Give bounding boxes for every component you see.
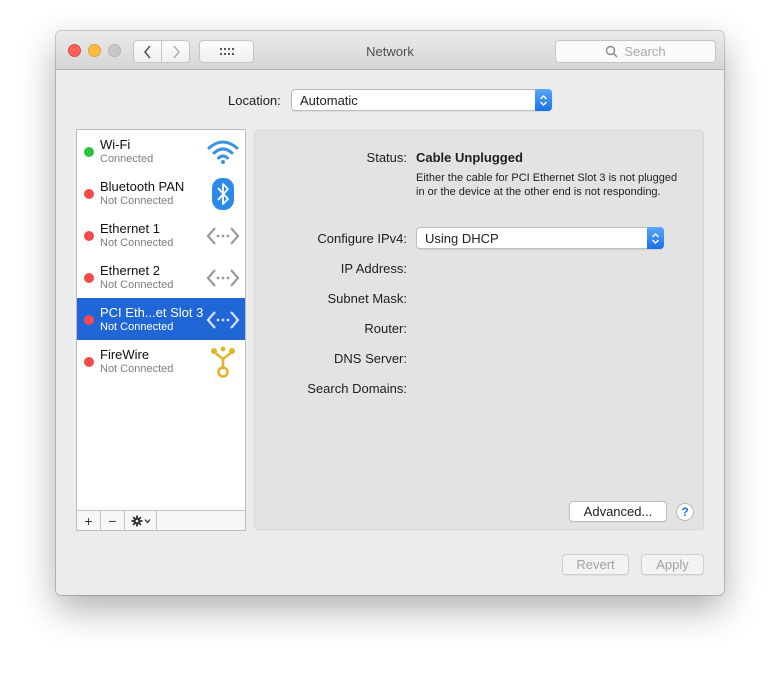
dns-server-label: DNS Server: [334,351,407,366]
title-bar: Network Search [56,31,724,70]
status-dot [84,315,94,325]
service-status: Connected [100,153,154,165]
service-status: Not Connected [100,279,174,291]
status-dot [84,231,94,241]
router-label: Router: [364,321,407,336]
location-label: Location: [228,93,281,108]
configure-ipv4-value: Using DHCP [425,230,499,246]
service-status: Not Connected [100,195,174,207]
service-item-pci-ethernet-slot-3[interactable]: PCI Eth...et Slot 3 Not Connected [77,298,245,340]
location-value: Automatic [300,92,358,108]
service-item-ethernet-2[interactable]: Ethernet 2 Not Connected [77,256,245,298]
location-popup[interactable]: Automatic [291,89,552,111]
status-dot [84,357,94,367]
service-name: Wi-Fi [100,137,131,152]
service-status: Not Connected [100,237,174,249]
network-preferences-window: Network Search Location: Automatic Wi-Fi… [56,31,724,595]
service-name: Bluetooth PAN [100,179,185,194]
service-list-toolbar: + − [77,510,245,530]
status-label: Status: [366,150,407,165]
popup-arrows-icon [647,227,664,249]
service-status: Not Connected [100,321,174,333]
service-name: Ethernet 2 [100,263,160,278]
apply-button[interactable]: Apply [641,554,704,575]
service-name: PCI Eth...et Slot 3 [100,305,204,320]
status-description: Either the cable for PCI Ethernet Slot 3… [416,172,678,198]
service-list: Wi-Fi Connected Bluetooth PAN Not Connec… [76,129,246,531]
configure-ipv4-popup[interactable]: Using DHCP [416,227,664,249]
configure-ipv4-label: Configure IPv4: [317,231,407,246]
connection-details-panel: Status: Cable Unplugged Either the cable… [254,130,704,530]
search-domains-label: Search Domains: [307,381,407,396]
service-status: Not Connected [100,363,174,375]
service-item-firewire[interactable]: FireWire Not Connected [77,340,245,382]
bluetooth-icon [206,177,240,211]
subnet-mask-label: Subnet Mask: [327,291,408,306]
search-icon [606,45,618,58]
gear-icon [131,515,150,526]
popup-arrows-icon [535,89,552,111]
help-button[interactable]: ? [676,503,694,521]
wifi-icon [206,135,240,169]
search-placeholder: Search [624,44,666,59]
ethernet-icon [206,261,240,295]
firewire-icon [206,345,240,379]
status-dot [84,189,94,199]
service-name: Ethernet 1 [100,221,160,236]
service-item-wifi[interactable]: Wi-Fi Connected [77,130,245,172]
status-dot [84,147,94,157]
service-name: FireWire [100,347,150,362]
search-field[interactable]: Search [555,40,716,63]
service-item-ethernet-1[interactable]: Ethernet 1 Not Connected [77,214,245,256]
status-dot [84,273,94,283]
action-menu-button[interactable] [125,511,157,530]
add-service-button[interactable]: + [77,511,101,530]
advanced-button[interactable]: Advanced... [569,501,667,522]
ethernet-icon [206,219,240,253]
ethernet-icon [206,303,240,337]
status-value: Cable Unplugged [416,150,523,165]
revert-button[interactable]: Revert [562,554,629,575]
remove-service-button[interactable]: − [101,511,125,530]
service-item-bluetooth-pan[interactable]: Bluetooth PAN Not Connected [77,172,245,214]
ip-address-label: IP Address: [340,261,407,276]
